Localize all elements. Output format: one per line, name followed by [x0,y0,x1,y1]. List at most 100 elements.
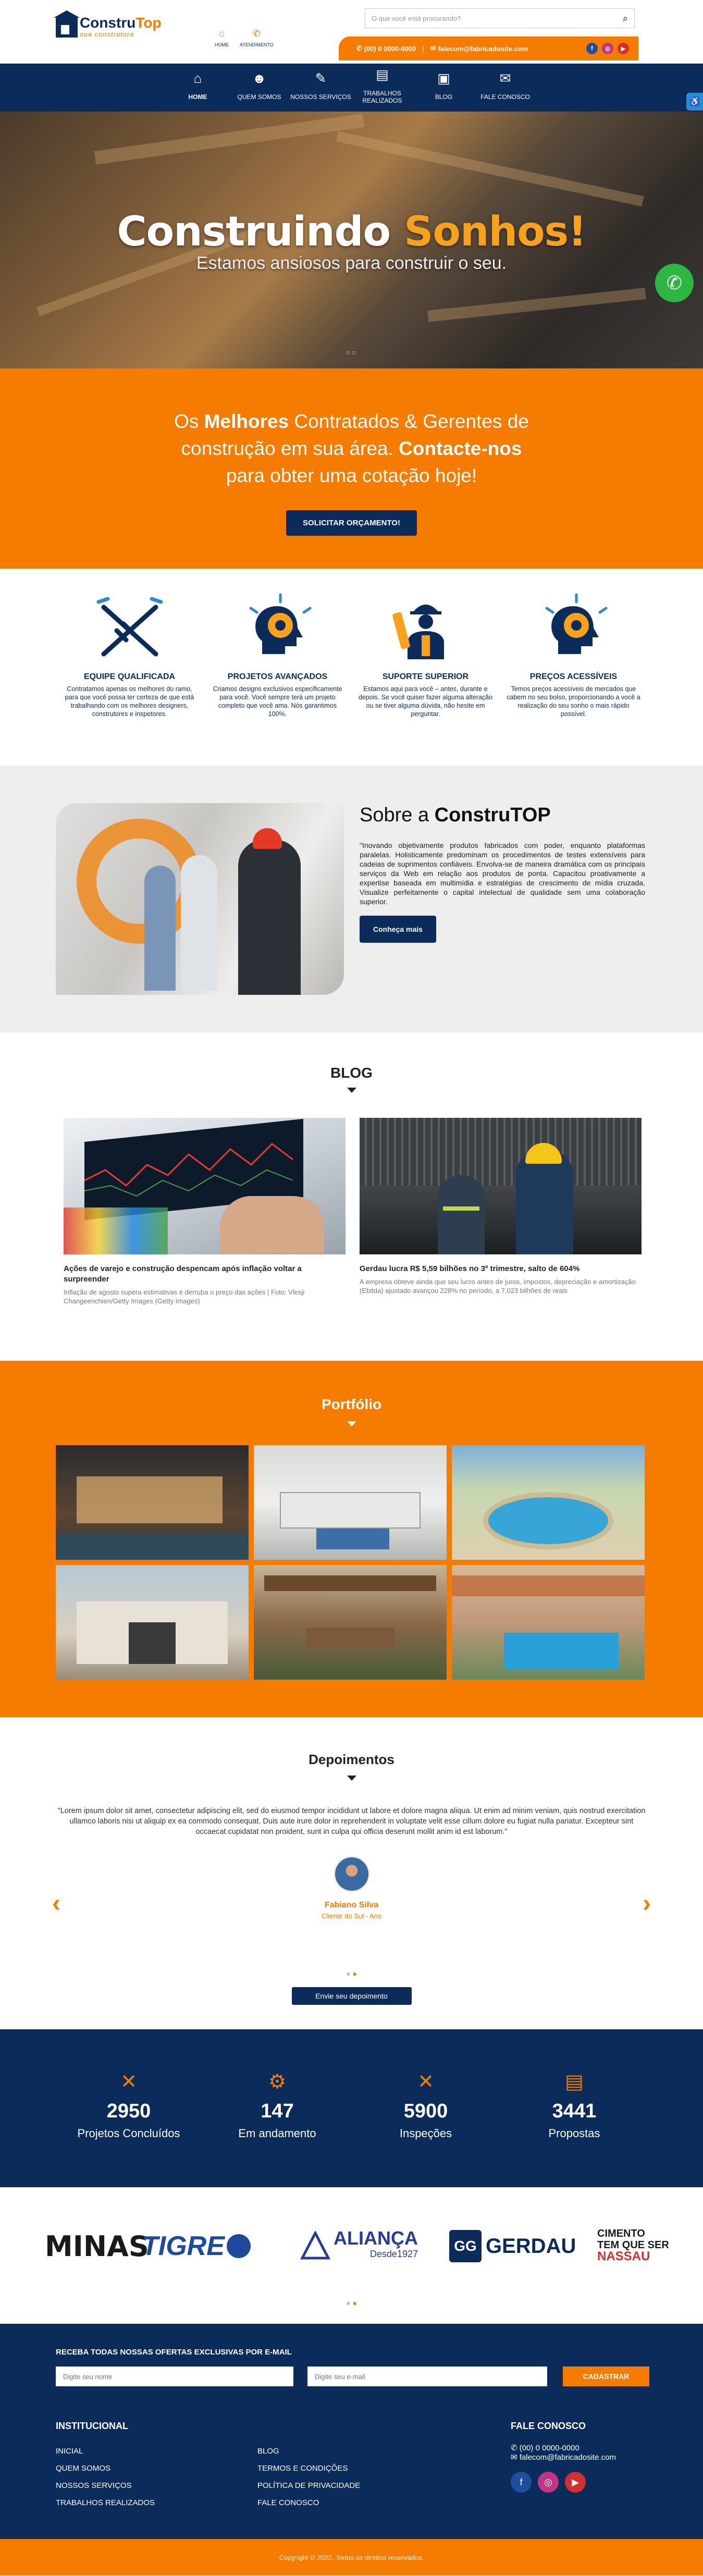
send-testimonial-button[interactable]: Envie seu depoimento [291,1987,412,2005]
portfolio-item[interactable] [56,1445,249,1560]
portfolio-section: Portfólio [0,1361,703,1717]
stat-number: 147 [261,2100,294,2122]
testimonial-quote: "Lorem ipsum dolor sit amet, consectetur… [57,1807,646,1836]
blog-post[interactable]: Gerdau lucra R$ 5,59 bilhões no 3º trime… [360,1118,642,1295]
blog-post[interactable]: Ações de varejo e construção despencam a… [64,1118,346,1305]
learn-more-button[interactable]: Conheça mais [360,916,436,943]
nav-item-quem-somos[interactable]: ☻ QUEM SOMOS [229,64,290,112]
blog-post-title[interactable]: Gerdau lucra R$ 5,59 bilhões no 3º trime… [360,1264,642,1274]
gear-icon: ⚙ [268,2071,287,2093]
footer-links-col2: BLOG TERMOS E CONDIÇÕES POLÍTICA DE PRIV… [257,2443,360,2511]
engineer-icon [392,605,444,659]
document-icon: ▤ [565,2071,584,2093]
chevron-down-icon [347,1776,356,1781]
handshake-icon [96,597,163,657]
testimonials-title: Depoimentos [309,1752,394,1767]
feature-desc: Contratamos apenas os melhores do ramo, … [65,685,194,718]
quick-nav-atendimento[interactable]: ✆ ATENDIMENTO [240,28,274,47]
instagram-icon[interactable]: ◎ [538,2472,559,2493]
nav-label: BLOG [435,93,453,101]
footer-link[interactable]: INICIAL [56,2443,155,2460]
footer-link[interactable]: TERMOS E CONDIÇÕES [257,2460,360,2477]
request-quote-button[interactable]: SOLICITAR ORÇAMENTO! [286,510,417,536]
carousel-dots[interactable]: ● ● [0,2299,703,2307]
portfolio-item[interactable] [254,1445,447,1560]
footer-link[interactable]: FALE CONOSCO [257,2494,360,2511]
partner-logo-minas: MINAS [45,2229,149,2263]
header-email[interactable]: falecom@fabricadosite.com [438,45,528,53]
hero-title-accent: Sonhos! [404,208,586,255]
search-input[interactable]: O que você está procurando? ⌕ [365,8,635,28]
newsletter-section: RECEBA TODAS NOSSAS OFERTAS EXCLUSIVAS P… [0,2324,703,2410]
blog-post-title[interactable]: Ações de varejo e construção despencam a… [64,1264,346,1285]
triangle-logo-icon [300,2231,330,2260]
footer-link[interactable]: BLOG [257,2443,360,2460]
partner-logo-alianca: ALIANÇA Desde1927 [300,2228,418,2264]
paw-icon [226,2234,251,2258]
search-placeholder: O que você está procurando? [372,14,461,22]
footer-email[interactable]: falecom@fabricadosite.com [520,2453,616,2462]
email-field[interactable] [307,2367,547,2386]
feature-title: PROJETOS AVANÇADOS [227,672,328,681]
footer-section-title: FALE CONOSCO [511,2421,586,2431]
phone-icon: ✆ [511,2444,520,2452]
stat-item: ▤ 3441 Propostas [500,2070,649,2187]
portfolio-item[interactable] [254,1565,447,1680]
youtube-icon[interactable]: ▶ [565,2472,586,2493]
chevron-left-icon[interactable]: ‹ [52,1889,60,1918]
nav-item-home[interactable]: ⌂ HOME [167,64,229,112]
stat-label: Em andamento [238,2127,316,2140]
footer-phone[interactable]: (00) 0 0000-0000 [520,2444,579,2452]
portfolio-item[interactable] [452,1445,645,1560]
nav-item-trabalhos[interactable]: ▤ TRABALHOS REALIZADOS [352,64,413,112]
header-phone[interactable]: (00) 0 0000-0000 [364,45,416,53]
footer-link[interactable]: POLÍTICA DE PRIVACIDADE [257,2477,360,2494]
footer-link[interactable]: QUEM SOMOS [56,2460,155,2477]
nav-item-blog[interactable]: ▣ BLOG [413,64,475,112]
tools-icon: ✕ [417,2071,434,2093]
logo-tagline: sua construtora [80,30,134,38]
instagram-icon[interactable]: ◎ [602,43,613,54]
home-icon: ⌂ [193,70,202,86]
portfolio-grid [56,1445,647,1680]
youtube-icon[interactable]: ▶ [618,43,629,54]
subscribe-button[interactable]: CADASTRAR [563,2367,649,2386]
quick-nav-label: HOME [215,42,229,47]
footer-links-col1: INICIAL QUEM SOMOS NOSSOS SERVIÇOS TRABA… [56,2443,155,2511]
blog-section: BLOG Ações de varejo e construção despen… [0,1032,703,1361]
stat-label: Projetos Concluídos [77,2127,180,2140]
partner-logo-nassau: CIMENTO TEM QUE SER NASSAU [597,2228,669,2263]
chevron-right-icon[interactable]: › [643,1889,651,1918]
quick-nav-home[interactable]: ⌂ HOME [215,28,229,47]
logo[interactable]: ConstruTop sua construtora [54,10,162,38]
phone-icon: ✆ [252,28,261,39]
nav-label: QUEM SOMOS [237,93,281,101]
stat-label: Inspeções [399,2127,452,2140]
feature-title: SUPORTE SUPERIOR [382,672,469,681]
search-icon[interactable]: ⌕ [623,13,628,24]
footer-link[interactable]: NOSSOS SERVIÇOS [56,2477,155,2494]
stat-number: 5900 [403,2100,448,2122]
stat-item: ✕ 2950 Projetos Concluídos [55,2070,203,2187]
nav-item-fale-conosco[interactable]: ✉ FALE CONOSCO [475,64,536,112]
facebook-icon[interactable]: f [511,2472,532,2493]
nav-item-servicos[interactable]: ✎ NOSSOS SERVIÇOS [290,64,352,112]
main-nav: ⌂ HOME ☻ QUEM SOMOS ✎ NOSSOS SERVIÇOS ▤ TRAB… [0,64,703,112]
stat-label: Propostas [548,2127,600,2140]
footer-link[interactable]: TRABALHOS REALIZADOS [56,2494,155,2511]
facebook-icon[interactable]: f [586,43,598,54]
whatsapp-icon[interactable]: ✆ [655,264,694,302]
footer-social: f ◎ ▶ [511,2472,586,2493]
feature-card: PREÇOS ACESSÍVEIS Temos preços acessívei… [506,591,642,766]
carousel-dots[interactable]: ● ● [0,1969,703,1978]
accessibility-icon[interactable]: ♿ [686,93,703,110]
blog-title: BLOG [330,1065,373,1081]
home-icon: ⌂ [219,28,225,39]
about-image [56,803,344,995]
name-field[interactable] [56,2367,293,2386]
nav-label: NOSSOS SERVIÇOS [290,93,351,101]
portfolio-item[interactable] [452,1565,645,1680]
carousel-dots[interactable]: ○○ [0,348,703,356]
blog-icon: ▣ [437,70,450,86]
portfolio-item[interactable] [56,1565,249,1680]
